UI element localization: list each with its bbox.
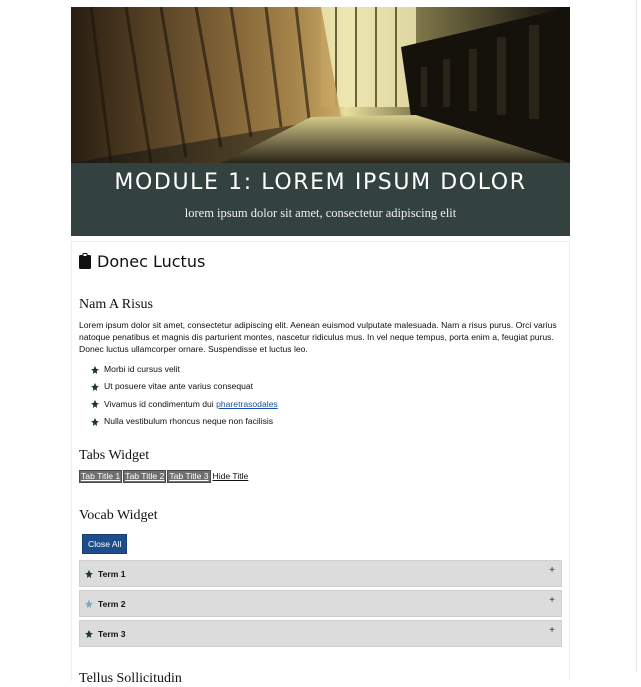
term-label: Term 1 <box>98 568 126 579</box>
module-subtitle: lorem ipsum dolor sit amet, consectetur … <box>184 206 457 220</box>
hide-title-link[interactable]: Hide Title <box>212 471 250 482</box>
vocab-term-2[interactable]: Term 2 + <box>79 590 562 618</box>
tellus-sollicitudin-heading: Tellus Sollicitudin <box>79 671 182 687</box>
tabs-widget-heading: Tabs Widget <box>79 448 150 464</box>
tab-title-2[interactable]: Tab Title 2 <box>123 469 167 483</box>
vocab-widget-heading: Vocab Widget <box>79 508 158 524</box>
nam-a-risus-paragraph: Lorem ipsum dolor sit amet, consectetur … <box>79 320 557 354</box>
plus-icon[interactable]: + <box>549 595 555 606</box>
plus-icon[interactable]: + <box>549 625 555 636</box>
term-label: Term 2 <box>98 598 126 609</box>
leaf-icon <box>85 569 93 578</box>
close-all-button[interactable]: Close All <box>82 534 128 555</box>
module-title: MODULE 1: LOREM IPSUM DOLOR <box>114 170 527 195</box>
section-heading: Donec Luctus <box>79 251 562 271</box>
tab-title-1[interactable]: Tab Title 1 <box>79 469 123 483</box>
list-item: Nulla vestibulum rhoncus neque non facil… <box>91 413 562 430</box>
hero-title-band: MODULE 1: LOREM IPSUM DOLOR lorem ipsum … <box>71 163 570 236</box>
plus-icon[interactable]: + <box>549 565 555 576</box>
list-item: Vivamus id condimentum dui pharetrasodal… <box>91 396 562 413</box>
term-label: Term 3 <box>98 628 126 639</box>
content-panel: Donec Luctus Nam A Risus Lorem ipsum dol… <box>71 241 570 686</box>
vocab-term-3[interactable]: Term 3 + <box>79 620 562 648</box>
leaf-icon <box>85 599 93 608</box>
tabs-widget: Tab Title 1 Tab Title 2 Tab Title 3 Hide… <box>79 469 562 483</box>
hero-library-photo <box>71 7 570 163</box>
page-edge-rule <box>636 0 637 672</box>
pharetrasodales-link[interactable]: pharetrasodales <box>216 399 278 409</box>
vocab-term-1[interactable]: Term 1 + <box>79 560 562 588</box>
list-item: Ut posuere vitae ante varius consequat <box>91 378 562 395</box>
hero-banner: MODULE 1: LOREM IPSUM DOLOR lorem ipsum … <box>71 7 570 236</box>
tab-title-3[interactable]: Tab Title 3 <box>167 469 211 483</box>
nam-a-risus-heading: Nam A Risus <box>79 297 153 312</box>
module-page: MODULE 1: LOREM IPSUM DOLOR lorem ipsum … <box>71 7 570 686</box>
leaf-icon <box>91 417 99 426</box>
bullet-list: Morbi id cursus velit Ut posuere vitae a… <box>91 361 562 430</box>
leaf-icon <box>91 382 99 391</box>
list-item: Morbi id cursus velit <box>91 361 562 378</box>
section-title-text: Donec Luctus <box>97 251 206 271</box>
leaf-icon <box>91 400 99 409</box>
leaf-icon <box>91 365 99 374</box>
leaf-icon <box>85 629 93 638</box>
clipboard-icon <box>79 253 91 269</box>
